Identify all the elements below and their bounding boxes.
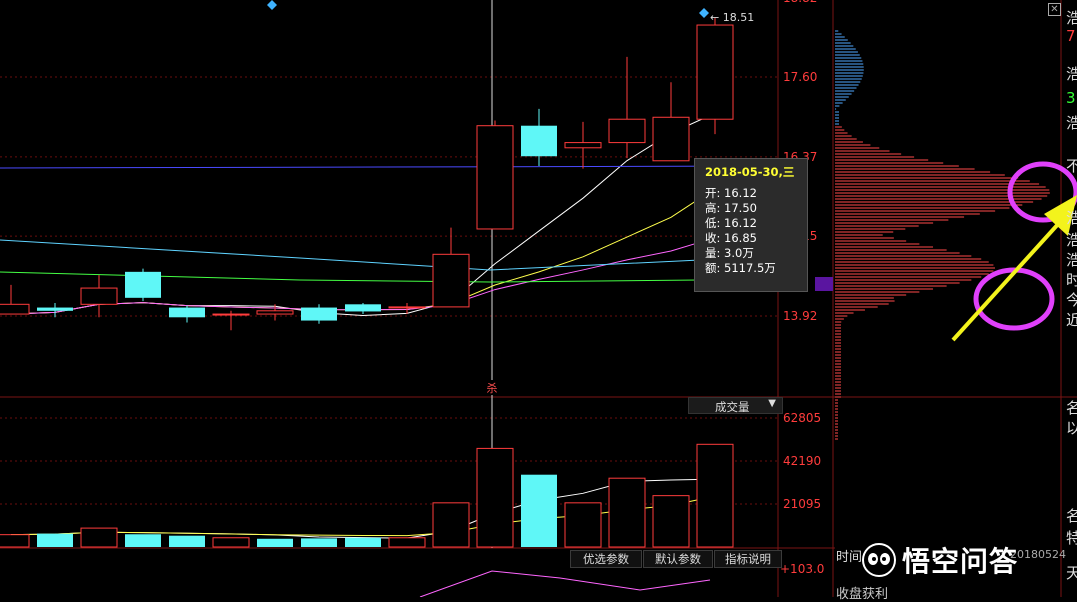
candle-body bbox=[37, 307, 73, 311]
default-params-button[interactable]: 默认参数 bbox=[643, 550, 713, 568]
side-panel-char: 今 bbox=[1066, 291, 1077, 309]
candle-body bbox=[521, 125, 557, 157]
side-panel-char: 近 bbox=[1066, 311, 1077, 329]
side-panel-char: 天 bbox=[1066, 564, 1077, 582]
volume-indicator-dropdown[interactable]: 成交量 ▼ bbox=[688, 397, 783, 414]
ma60-line bbox=[0, 239, 779, 271]
candle-body bbox=[476, 125, 514, 230]
volume-bar bbox=[125, 534, 161, 547]
volume-bar bbox=[80, 527, 118, 548]
high-marker-label: ← 18.51 bbox=[710, 11, 754, 24]
ma-long-line bbox=[0, 165, 779, 169]
volume-bar bbox=[169, 535, 205, 547]
price-tick-label: 18.82 bbox=[783, 0, 817, 5]
tooltip-amount: 额: 5117.5万 bbox=[705, 261, 776, 275]
candle-body bbox=[169, 307, 205, 318]
close-icon[interactable]: ✕ bbox=[1048, 3, 1061, 16]
time-label: 时间 bbox=[836, 550, 863, 565]
candle-body bbox=[0, 303, 30, 315]
side-panel-char: 不 bbox=[1066, 157, 1077, 175]
candle-body bbox=[432, 253, 470, 308]
side-panel-char: 浩 bbox=[1066, 231, 1077, 249]
crosshair-label: 杀 bbox=[487, 381, 498, 395]
tooltip-high: 高: 17.50 bbox=[705, 201, 757, 215]
volume-bar bbox=[301, 538, 337, 547]
tooltip-close: 收: 16.85 bbox=[705, 231, 757, 245]
candle-body bbox=[652, 116, 690, 162]
candle-body bbox=[212, 313, 250, 316]
signal-marker bbox=[699, 8, 709, 18]
volume-bar bbox=[432, 502, 470, 548]
price-tick-label: 17.60 bbox=[783, 70, 817, 84]
side-panel-char: 以 bbox=[1066, 419, 1077, 437]
side-panel-char: 3 bbox=[1066, 89, 1076, 107]
volume-tick-label: 62805 bbox=[783, 411, 821, 425]
tooltip-date: 2018-05-30,三 bbox=[705, 165, 795, 179]
volume-tick-label: 42190 bbox=[783, 454, 821, 468]
side-panel-char: 名 bbox=[1066, 399, 1077, 417]
wukong-logo-icon bbox=[862, 543, 896, 577]
tooltip-open: 开: 16.12 bbox=[705, 186, 757, 200]
volume-bar bbox=[608, 477, 646, 548]
volume-bar bbox=[257, 538, 293, 547]
watermark: 悟空问答 bbox=[862, 542, 1018, 578]
ohlc-tooltip: 2018-05-30,三 开: 16.12 高: 17.50 低: 16.12 … bbox=[694, 158, 808, 292]
volume-bar bbox=[476, 447, 514, 548]
indicator-help-button[interactable]: 指标说明 bbox=[714, 550, 782, 568]
side-panel-char: 浩 bbox=[1066, 114, 1077, 132]
volume-tick-label: 21095 bbox=[783, 497, 821, 511]
ma5-line bbox=[10, 112, 716, 316]
candle-body bbox=[696, 24, 734, 120]
watermark-text: 悟空问答 bbox=[902, 545, 1019, 578]
volume-bar bbox=[212, 537, 250, 548]
chevron-down-icon: ▼ bbox=[768, 398, 776, 409]
candle-body bbox=[564, 142, 602, 149]
dropdown-label: 成交量 bbox=[715, 400, 750, 414]
tooltip-volume: 量: 3.0万 bbox=[705, 246, 754, 260]
candle-body bbox=[301, 307, 337, 321]
side-panel-char: 时 bbox=[1066, 271, 1077, 289]
optimize-params-button[interactable]: 优选参数 bbox=[570, 550, 642, 568]
ma120-line bbox=[0, 271, 779, 283]
candle-body bbox=[388, 306, 426, 309]
volume-bar bbox=[37, 533, 73, 547]
candle-body bbox=[125, 271, 161, 298]
watermark-date: 20180524 bbox=[1010, 548, 1066, 561]
indicator-line bbox=[419, 570, 711, 597]
tooltip-low: 低: 16.12 bbox=[705, 216, 757, 230]
side-panel-char: 特 bbox=[1066, 529, 1077, 547]
annotation-circle bbox=[973, 267, 1055, 331]
side-panel-char: 名 bbox=[1066, 507, 1077, 525]
volume-bar bbox=[521, 474, 557, 547]
profit-label: 收盘获利 bbox=[836, 587, 889, 602]
volume-bar bbox=[0, 534, 30, 548]
side-panel-char: 7 bbox=[1066, 27, 1076, 45]
candle-body bbox=[345, 304, 381, 312]
candle-body bbox=[80, 287, 118, 305]
volume-bar bbox=[388, 537, 426, 548]
candle-body bbox=[256, 310, 294, 315]
price-tick-label: 13.92 bbox=[783, 309, 817, 323]
indicator-tick-label: +103.0 bbox=[780, 562, 824, 576]
volume-bar bbox=[345, 537, 381, 547]
side-panel-char: 浩 bbox=[1066, 251, 1077, 269]
side-panel-char: 浩 bbox=[1066, 9, 1077, 27]
volume-bar bbox=[696, 443, 734, 548]
stock-chart[interactable]: 杀 18.8217.6016.3715.1513.92← 18.51628054… bbox=[0, 0, 1077, 597]
side-panel-char: 浩 bbox=[1066, 65, 1077, 83]
side-panel-char: 浩 bbox=[1066, 209, 1077, 227]
price-marker bbox=[815, 277, 833, 291]
volume-bar bbox=[564, 502, 602, 548]
candle-body bbox=[608, 118, 646, 144]
signal-marker bbox=[267, 0, 277, 10]
volume-bar bbox=[652, 495, 690, 548]
